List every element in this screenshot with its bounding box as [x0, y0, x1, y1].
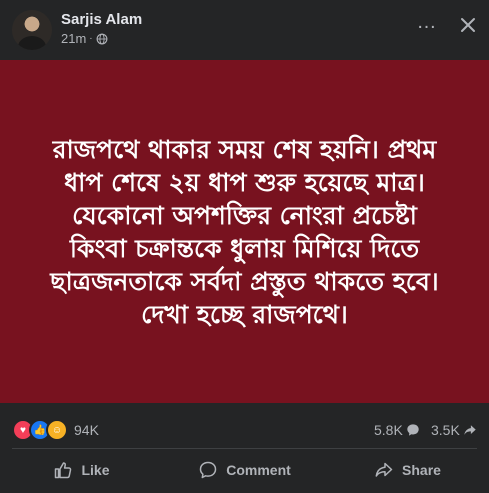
post-background: রাজপথে থাকার সময় শেষ হয়নি। প্রথম ধাপ শ…	[0, 60, 489, 403]
divider	[12, 448, 477, 449]
post-text: রাজপথে থাকার সময় শেষ হয়নি। প্রথম ধাপ শ…	[50, 134, 439, 329]
comment-label: Comment	[226, 462, 291, 478]
globe-icon	[96, 33, 108, 44]
share-arrow-icon	[464, 425, 476, 435]
shares-count-value: 3.5K	[431, 422, 460, 438]
avatar[interactable]	[12, 10, 52, 50]
reactions-bar: ♥ 👍 ☺ 94K 5.8K 3.5K	[0, 410, 489, 444]
like-label: Like	[81, 462, 110, 478]
comment-button[interactable]: Comment	[163, 452, 326, 488]
share-icon	[375, 462, 393, 477]
reaction-icons[interactable]: ♥ 👍 ☺	[12, 419, 68, 441]
comments-count[interactable]: 5.8K	[374, 422, 420, 438]
action-bar: Like Comment Share	[0, 452, 489, 488]
post-meta: 21m ·	[61, 31, 108, 46]
share-label: Share	[402, 462, 441, 478]
comment-icon	[199, 461, 217, 479]
post-header: Sarjis Alam 21m · …	[0, 0, 489, 60]
more-options-icon[interactable]: …	[416, 12, 438, 38]
thumbs-up-icon	[55, 462, 72, 479]
share-button[interactable]: Share	[326, 452, 489, 488]
care-icon: ☺	[46, 419, 68, 441]
shares-count[interactable]: 3.5K	[431, 422, 477, 438]
like-button[interactable]: Like	[0, 452, 163, 488]
reaction-count[interactable]: 94K	[74, 422, 99, 438]
close-icon[interactable]	[457, 14, 479, 36]
comment-bubble-icon	[407, 424, 419, 436]
post-time[interactable]: 21m	[61, 31, 86, 46]
author-name[interactable]: Sarjis Alam	[61, 11, 142, 28]
meta-separator: ·	[89, 33, 93, 44]
comments-count-value: 5.8K	[374, 422, 403, 438]
